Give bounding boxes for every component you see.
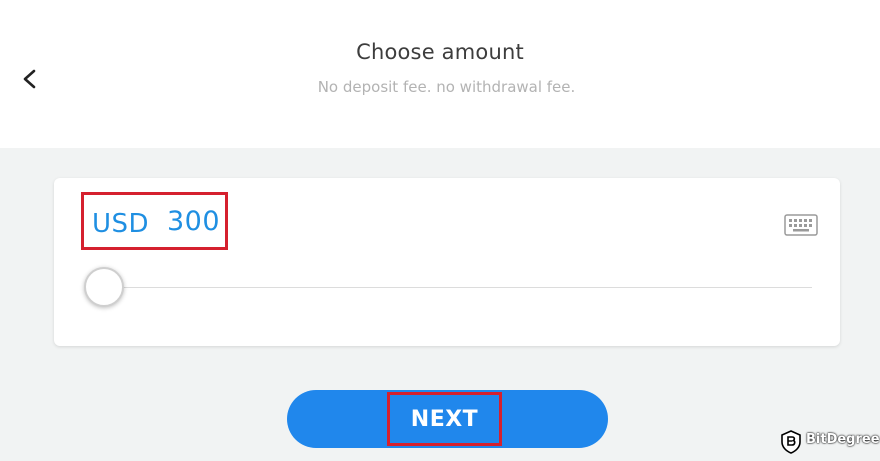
currency-label: USD: [92, 209, 150, 239]
bitdegree-watermark: BitDegree: [780, 428, 880, 456]
watermark-text: BitDegree: [806, 432, 880, 447]
keyboard-icon: [784, 214, 818, 236]
page-subtitle: No deposit fee. no withdrawal fee.: [317, 78, 576, 96]
next-button[interactable]: NEXT: [287, 390, 608, 448]
amount-slider-thumb[interactable]: [84, 267, 124, 307]
keyboard-button[interactable]: [784, 214, 818, 236]
amount-input[interactable]: 300: [167, 206, 220, 237]
amount-card: USD 300: [54, 178, 840, 346]
next-button-label: NEXT: [410, 407, 479, 432]
bitdegree-logo-icon: [781, 430, 801, 454]
next-highlight: NEXT: [387, 392, 502, 446]
page-header: Choose amount No deposit fee. no withdra…: [0, 0, 880, 148]
amount-slider-track[interactable]: [104, 287, 812, 288]
amount-highlight: USD 300: [81, 192, 228, 250]
page-title: Choose amount: [356, 40, 524, 64]
